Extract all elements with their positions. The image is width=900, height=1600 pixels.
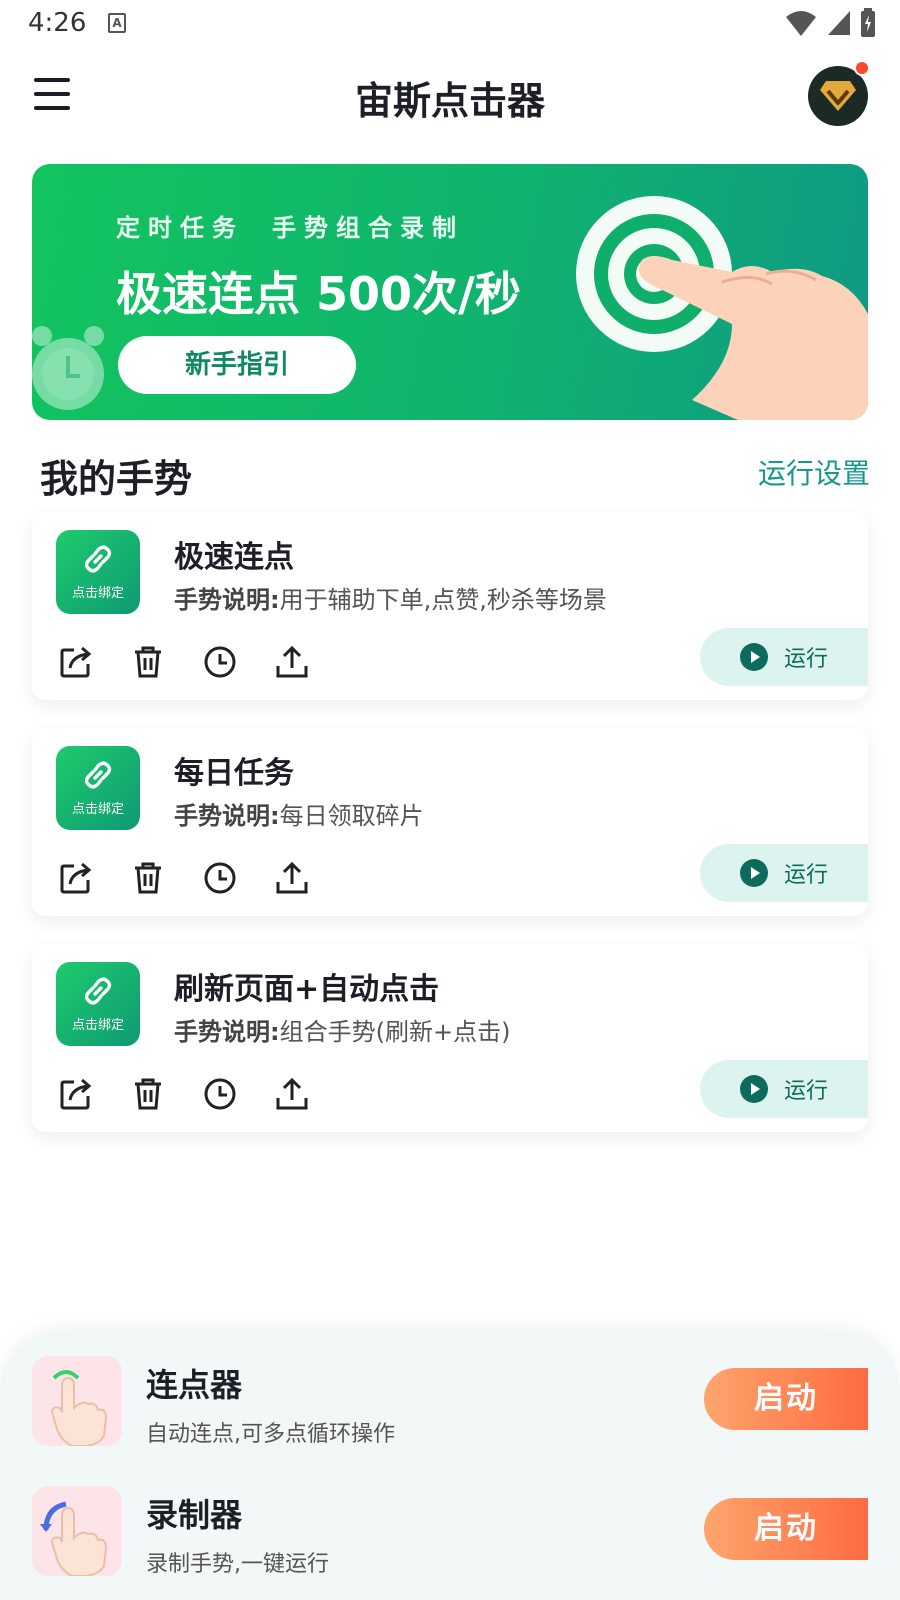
- section-title: 我的手势: [40, 457, 193, 501]
- banner-subtitle: 定时任务 手势组合录制: [116, 208, 464, 243]
- run-label: 运行: [784, 647, 829, 672]
- tool-description: 自动连点,可多点循环操作: [146, 1422, 395, 1447]
- delete-icon[interactable]: [128, 1074, 168, 1114]
- link-icon: [84, 545, 112, 573]
- banner-subtitle-right: 手势组合录制: [272, 214, 464, 242]
- status-icons: [784, 8, 876, 38]
- battery-icon: [861, 8, 875, 37]
- link-icon: [84, 977, 112, 1005]
- gesture-card[interactable]: 点击绑定 每日任务 手势说明:每日领取碎片 运行: [32, 728, 868, 916]
- link-icon: [84, 761, 112, 789]
- gesture-logo-label: 点击绑定: [71, 802, 124, 817]
- gesture-description: 手势说明:组合手势(刷新+点击): [174, 1012, 510, 1047]
- gesture-logo-label: 点击绑定: [71, 1018, 124, 1033]
- share-icon[interactable]: [56, 642, 96, 682]
- gesture-card[interactable]: 点击绑定 极速连点 手势说明:用于辅助下单,点赞,秒杀等场景 运行: [32, 512, 868, 700]
- gesture-logo: 点击绑定: [56, 530, 140, 614]
- upload-icon[interactable]: [272, 858, 312, 898]
- share-icon[interactable]: [56, 858, 96, 898]
- clock-icon[interactable]: [200, 858, 240, 898]
- run-label: 运行: [784, 1079, 829, 1104]
- diamond-icon: [820, 81, 856, 111]
- upload-icon[interactable]: [272, 642, 312, 682]
- play-icon: [740, 859, 768, 887]
- gesture-logo: 点击绑定: [56, 962, 140, 1046]
- tool-description: 录制手势,一键运行: [146, 1552, 329, 1577]
- start-recorder-button[interactable]: 启动: [704, 1498, 868, 1560]
- tool-name: 连点器: [146, 1366, 243, 1404]
- wifi-icon: [786, 11, 816, 36]
- gesture-title: 每日任务: [174, 756, 294, 791]
- signal-icon: [828, 11, 850, 35]
- banner-title: 极速连点 500次/秒: [116, 267, 521, 321]
- gesture-title: 刷新页面+自动点击: [174, 972, 440, 1007]
- promo-banner[interactable]: 定时任务 手势组合录制 极速连点 500次/秒 新手指引: [32, 164, 868, 420]
- description-label: 手势说明:: [174, 802, 280, 830]
- tool-row-clicker: 连点器 自动连点,可多点循环操作 启动: [0, 1356, 900, 1456]
- gesture-logo-label: 点击绑定: [71, 586, 124, 601]
- description-label: 手势说明:: [174, 1018, 280, 1046]
- beginner-guide-button[interactable]: 新手指引: [118, 336, 356, 394]
- tools-panel: 连点器 自动连点,可多点循环操作 启动 录制器 录制手势,一键运行 启动: [0, 1330, 900, 1600]
- upload-icon[interactable]: [272, 1074, 312, 1114]
- gesture-card[interactable]: 点击绑定 刷新页面+自动点击 手势说明:组合手势(刷新+点击) 运行: [32, 944, 868, 1132]
- delete-icon[interactable]: [128, 642, 168, 682]
- run-button[interactable]: 运行: [700, 1060, 868, 1118]
- gesture-description: 手势说明:每日领取碎片: [174, 796, 424, 831]
- banner-subtitle-left: 定时任务: [116, 214, 244, 242]
- run-settings-link[interactable]: 运行设置: [758, 452, 870, 492]
- play-icon: [740, 1075, 768, 1103]
- notification-dot: [854, 60, 870, 76]
- description-label: 手势说明:: [174, 586, 280, 614]
- notification-icon: A: [108, 13, 126, 33]
- page-title: 宙斯点击器: [354, 79, 545, 123]
- tool-row-recorder: 录制器 录制手势,一键运行 启动: [0, 1486, 900, 1586]
- run-button[interactable]: 运行: [700, 628, 868, 686]
- start-clicker-button[interactable]: 启动: [704, 1368, 868, 1430]
- clock-icon[interactable]: [200, 642, 240, 682]
- status-bar: 4:26 A: [0, 0, 900, 48]
- gesture-logo: 点击绑定: [56, 746, 140, 830]
- description-text: 组合手势(刷新+点击): [279, 1018, 511, 1046]
- description-text: 每日领取碎片: [279, 802, 424, 830]
- play-icon: [740, 643, 768, 671]
- clicker-hand-icon: [32, 1356, 122, 1446]
- share-icon[interactable]: [56, 1074, 96, 1114]
- tool-name: 录制器: [146, 1496, 243, 1534]
- run-button[interactable]: 运行: [700, 844, 868, 902]
- status-time: 4:26: [28, 8, 87, 38]
- app-header: 宙斯点击器: [0, 56, 900, 136]
- gesture-description: 手势说明:用于辅助下单,点赞,秒杀等场景: [174, 580, 607, 615]
- delete-icon[interactable]: [128, 858, 168, 898]
- recorder-hand-icon: [32, 1486, 122, 1576]
- gesture-title: 极速连点: [174, 540, 294, 575]
- description-text: 用于辅助下单,点赞,秒杀等场景: [279, 586, 607, 614]
- run-label: 运行: [784, 863, 829, 888]
- clock-icon[interactable]: [200, 1074, 240, 1114]
